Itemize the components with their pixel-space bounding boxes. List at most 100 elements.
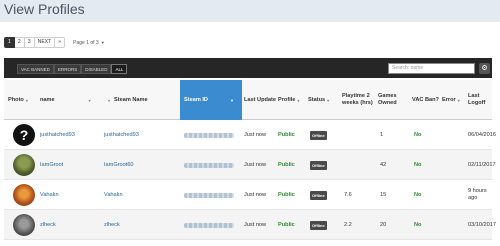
col-vac-ban[interactable]: VAC Ban? [412,80,440,120]
row-steam-name[interactable]: zlheck [104,210,120,240]
col-playtime[interactable]: Playtime 2 weeks (hrs) [342,80,376,120]
row-last-logoff: 02/11/2017 [468,161,496,168]
page-1-button[interactable]: 1 [4,37,15,48]
row-last-update: Just now [244,191,267,198]
row-playtime: 7.6 [344,191,352,198]
redacted-bar [184,192,234,198]
sort-icon: ▾ [88,97,91,103]
page-3-button[interactable]: 3 [24,37,35,48]
row-last-update: Just now [244,131,267,138]
row-last-logoff: 06/04/2016 [468,131,496,138]
col-profile[interactable]: Profile ▾ [278,80,306,120]
col-games-owned[interactable]: Games Owned [378,80,410,120]
row-status: Offline [310,120,327,150]
col-vac-ban-label: VAC Ban? [412,96,439,103]
row-status: Offline [310,150,327,180]
row-profile: Public [278,131,295,138]
status-badge: Offline [310,220,327,230]
row-steam-name[interactable]: IamGroot60 [104,150,134,180]
row-last-update: Just now [244,221,267,228]
col-error-label: Error [442,96,456,103]
row-vac-ban: No [414,191,422,198]
zlheck-avatar[interactable] [13,214,35,236]
page-of-label: Page 1 of 3 [73,39,99,46]
row-vac-ban: No [414,161,422,168]
col-photo[interactable]: Photo ▾ [8,80,40,120]
table-row[interactable]: zlheck zlheck Just now Public Offline 2.… [4,210,496,240]
col-photo-label: Photo [8,96,24,103]
sort-desc-icon: ▼ [229,97,234,103]
row-vac-ban: No [414,221,422,228]
filter-all-button[interactable]: ALL [111,64,128,74]
status-badge: Offline [310,130,327,140]
col-steam-id-label: Steam ID [184,96,208,103]
vahakn-avatar[interactable] [13,184,35,206]
sort-icon: ▾ [457,97,460,103]
filter-toolbar: VAC BANNED ERRORS DISABLED ALL Search: n… [4,58,492,78]
row-steam-id-redacted [184,150,234,180]
col-steam-name[interactable]: ▾ Steam Name [104,80,180,120]
col-profile-label: Profile [278,96,296,103]
page-2-button[interactable]: 2 [14,37,25,48]
row-steam-name[interactable]: Vahakn [104,180,123,210]
col-status[interactable]: Status ▾ [308,80,340,120]
col-steam-name-label: Steam Name [114,96,148,103]
row-name[interactable]: zlheck [40,210,56,240]
row-status: Offline [310,210,327,240]
page-title: View Profiles [4,1,85,17]
col-last-logoff-label: Last Logoff [468,93,486,106]
col-name-label: name [40,96,55,103]
filter-errors-button[interactable]: ERRORS [53,64,82,74]
last-page-button[interactable]: » [55,37,66,48]
redacted-bar [184,222,234,228]
row-steam-id-redacted [184,210,234,240]
row-games-owned: 1 [380,131,384,138]
page-of-dropdown[interactable]: Page 1 of 3 ▼ [73,40,105,46]
row-profile: Public [278,161,295,168]
row-playtime: 2.2 [344,221,352,228]
search-input[interactable]: Search: name [388,63,475,74]
col-name[interactable]: name ▾ [40,80,104,120]
redacted-bar [184,132,234,138]
row-name[interactable]: Vahakn [40,180,59,210]
row-name[interactable]: justhatched93 [40,120,75,150]
table-row[interactable]: IamGroot IamGroot60 Just now Public Offl… [4,150,496,180]
filter-disabled-button[interactable]: DISABLED [81,64,112,74]
row-last-update: Just now [244,161,267,168]
table-row[interactable]: ? justhatched93 justhatched93 Just now P… [4,120,496,150]
row-games-owned: 15 [380,191,387,198]
row-steam-name[interactable]: justhatched93 [104,120,139,150]
row-games-owned: 42 [380,161,387,168]
row-steam-id-redacted [184,180,234,210]
redacted-bar [184,162,234,168]
col-error[interactable]: Error ▾ [442,80,468,120]
col-last-update-label: Last Update [244,96,277,103]
sort-icon: ▾ [297,97,300,103]
gear-icon[interactable]: ⚙ [479,63,490,74]
row-status: Offline [310,180,327,210]
status-badge: Offline [310,160,327,170]
sort-icon: ▾ [108,97,111,103]
row-last-logoff: 03/10/2017 [468,221,496,228]
row-vac-ban: No [414,131,422,138]
col-steam-id[interactable]: Steam ID ▼ [180,80,242,120]
col-playtime-label: Playtime 2 weeks (hrs) [342,93,373,106]
row-games-owned: 20 [380,221,387,228]
col-last-logoff[interactable]: Last Logoff [468,80,492,120]
col-last-update[interactable]: Last Update [244,80,276,120]
filter-vac-banned-button[interactable]: VAC BANNED [17,64,54,74]
row-profile: Public [278,191,295,198]
status-badge: Offline [310,190,327,200]
row-last-logoff: 9 hours ago [468,188,487,201]
col-games-owned-label: Games Owned [378,93,397,106]
chevron-down-icon: ▼ [100,39,105,45]
row-name[interactable]: IamGroot [40,150,63,180]
title-bar: View Profiles [0,0,500,22]
question-mark-avatar[interactable]: ? [13,124,35,146]
groot-avatar[interactable] [13,154,35,176]
col-status-label: Status [308,96,326,103]
pagination: 1 2 3 NEXT » Page 1 of 3 ▼ [4,37,105,48]
table-row[interactable]: Vahakn Vahakn Just now Public Offline 7.… [4,180,492,210]
next-page-button[interactable]: NEXT [34,37,56,48]
row-profile: Public [278,221,295,228]
